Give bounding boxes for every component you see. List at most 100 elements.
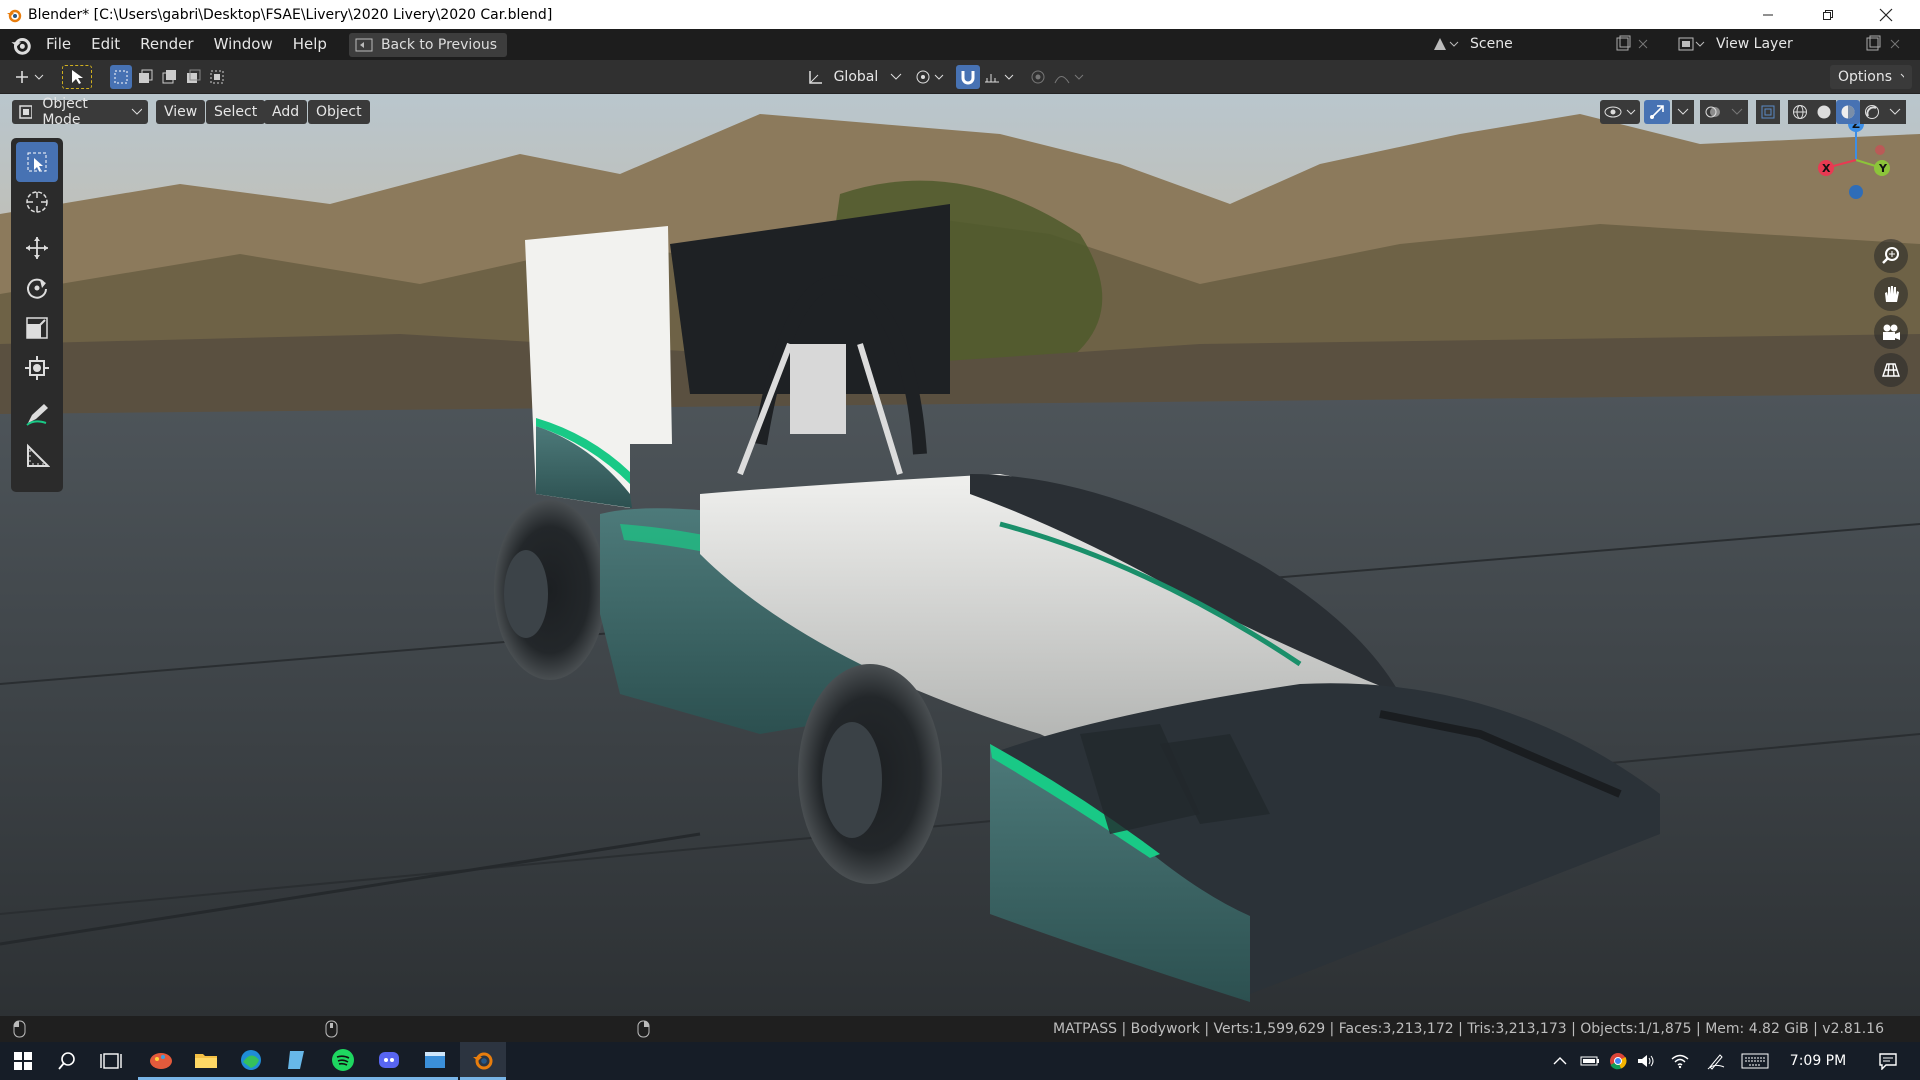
new-view-layer-icon[interactable] [1864, 35, 1882, 53]
show-overlays-button[interactable] [1700, 100, 1726, 124]
tool-transform[interactable] [16, 348, 58, 388]
tray-overflow-button[interactable] [1548, 1042, 1572, 1080]
scale-icon [26, 317, 48, 339]
keyboard-icon [1741, 1053, 1769, 1069]
editor-type-icon [16, 71, 44, 83]
transform-orientation-dropdown[interactable]: Global [806, 65, 902, 89]
taskbar-spotify[interactable] [320, 1042, 366, 1080]
rotate-icon [27, 278, 47, 299]
shading-wireframe-button[interactable] [1788, 100, 1812, 124]
menu-edit[interactable]: Edit [81, 29, 130, 60]
taskbar-discord[interactable] [366, 1042, 412, 1080]
search-button[interactable] [44, 1042, 90, 1080]
xray-toggle-button[interactable] [1756, 100, 1780, 124]
select-mode-set-button[interactable] [110, 65, 132, 89]
snap-increment-icon [985, 74, 1014, 83]
visibility-dropdown[interactable] [1600, 100, 1640, 124]
tool-move[interactable] [16, 228, 58, 268]
viewport-menu-add[interactable]: Add [264, 100, 308, 124]
viewport-menu-view[interactable]: View [156, 100, 206, 124]
minimize-button[interactable] [1740, 0, 1796, 29]
editor-type-button[interactable] [12, 65, 50, 89]
annotate-icon [26, 404, 48, 426]
menu-file[interactable]: File [36, 29, 81, 60]
gizmo-icon [1650, 105, 1664, 119]
tool-rotate[interactable] [16, 268, 58, 308]
delete-scene-icon[interactable] [1636, 37, 1650, 51]
taskbar-edge[interactable] [228, 1042, 274, 1080]
active-tool-button[interactable] [62, 65, 92, 89]
close-icon [1879, 8, 1893, 21]
proportional-edit-button[interactable] [1026, 65, 1050, 89]
tool-annotate[interactable] [16, 394, 58, 434]
taskbar-app-7[interactable] [412, 1042, 458, 1080]
overlays-icon [1705, 106, 1720, 118]
select-invert-icon [187, 69, 201, 83]
menu-window[interactable]: Window [204, 29, 283, 60]
task-view-button[interactable] [88, 1042, 134, 1080]
delete-view-layer-icon[interactable] [1888, 37, 1902, 51]
overlays-dropdown[interactable] [1726, 100, 1748, 124]
snap-toggle-button[interactable] [956, 65, 980, 89]
shading-material-button[interactable] [1836, 100, 1860, 124]
select-mode-intersect-button[interactable] [206, 65, 228, 89]
taskbar-app-1[interactable] [138, 1042, 184, 1080]
taskbar-blender[interactable] [460, 1042, 506, 1080]
select-mode-subtract-button[interactable] [158, 65, 180, 89]
gizmo-dropdown[interactable] [1672, 100, 1694, 124]
chrome-tray-button[interactable] [1606, 1042, 1630, 1080]
new-scene-icon[interactable] [1614, 35, 1632, 53]
mouse-middle-icon [325, 1020, 338, 1038]
taskbar-app-4[interactable] [274, 1042, 320, 1080]
status-bar: MATPASS | Bodywork | Verts:1,599,629 | F… [0, 1016, 1920, 1042]
volume-button[interactable] [1634, 1042, 1658, 1080]
snap-target-dropdown[interactable] [982, 65, 1018, 89]
viewport-menu-select[interactable]: Select [206, 100, 266, 124]
tool-measure[interactable] [16, 436, 58, 476]
tool-scale[interactable] [16, 308, 58, 348]
taskbar-file-explorer[interactable] [183, 1042, 229, 1080]
3d-viewport[interactable]: Z Y X [0, 94, 1920, 1016]
menu-help[interactable]: Help [283, 29, 337, 60]
discord-icon [379, 1051, 399, 1068]
shading-rendered-button[interactable] [1860, 100, 1884, 124]
scene-selector[interactable]: Scene [1426, 32, 1652, 56]
blender-menu-icon[interactable] [10, 34, 32, 56]
clock[interactable]: 7:09 PM [1782, 1042, 1854, 1080]
restore-button[interactable] [1800, 0, 1856, 29]
show-gizmo-button[interactable] [1644, 100, 1670, 124]
pen-workspace-button[interactable] [1704, 1042, 1728, 1080]
wifi-button[interactable] [1668, 1042, 1692, 1080]
select-mode-extend-button[interactable] [134, 65, 156, 89]
blender-taskbar-icon [473, 1052, 493, 1069]
close-button[interactable] [1858, 0, 1914, 29]
shading-solid-button[interactable] [1812, 100, 1836, 124]
menu-render[interactable]: Render [130, 29, 203, 60]
viewport-menu-object[interactable]: Object [308, 100, 370, 124]
tool-cursor[interactable] [16, 182, 58, 222]
select-mode-invert-button[interactable] [182, 65, 204, 89]
ortho-toggle-button[interactable] [1874, 353, 1908, 387]
battery-icon [1580, 1056, 1599, 1066]
pan-button[interactable] [1874, 277, 1908, 311]
proportional-falloff-dropdown[interactable] [1052, 65, 1088, 89]
start-button[interactable] [0, 1042, 46, 1080]
shading-dropdown[interactable] [1884, 100, 1906, 124]
options-dropdown[interactable]: Options [1830, 65, 1912, 89]
view-layer-selector[interactable]: View Layer [1672, 32, 1912, 56]
touch-keyboard-button[interactable] [1738, 1042, 1772, 1080]
wireframe-sphere-icon [1793, 105, 1807, 119]
scene-statistics: MATPASS | Bodywork | Verts:1,599,629 | F… [1053, 1021, 1884, 1037]
action-center-button[interactable] [1866, 1042, 1910, 1080]
object-mode-dropdown[interactable]: Object Mode [12, 96, 148, 128]
back-to-previous-button[interactable]: Back to Previous [348, 32, 508, 57]
zoom-button[interactable] [1874, 239, 1908, 273]
tool-select-box[interactable] [16, 142, 58, 182]
battery-button[interactable] [1578, 1042, 1602, 1080]
pivot-point-icon [916, 70, 944, 84]
camera-view-button[interactable] [1874, 315, 1908, 349]
pivot-point-dropdown[interactable] [912, 65, 948, 89]
tool-settings-header: Global Options [0, 60, 1920, 94]
window-titlebar: Blender* [C:\Users\gabri\Desktop\FSAE\Li… [0, 0, 1920, 29]
window-title: Blender* [C:\Users\gabri\Desktop\FSAE\Li… [28, 6, 553, 23]
